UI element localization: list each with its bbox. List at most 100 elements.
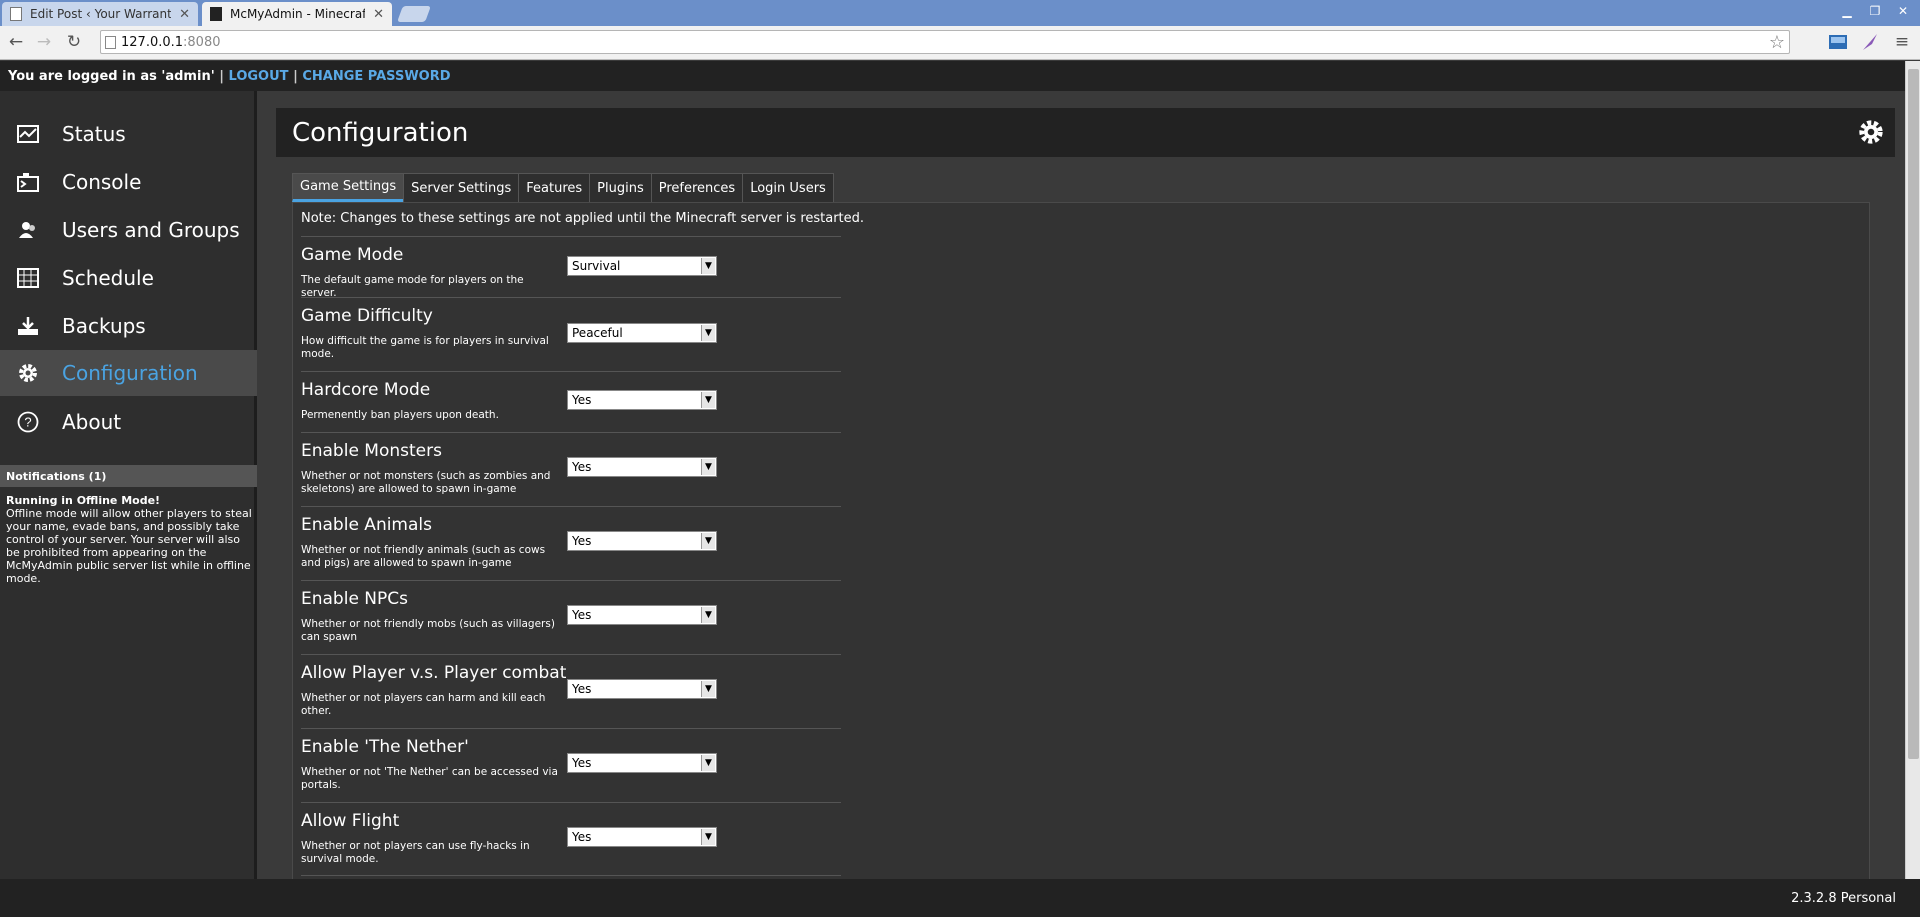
setting-game-mode: Game Mode The default game mode for play… <box>301 236 841 299</box>
chevron-down-icon: ▼ <box>701 607 715 623</box>
setting-description: Whether or not monsters (such as zombies… <box>301 470 551 495</box>
back-icon[interactable]: ← <box>6 32 26 52</box>
forward-icon[interactable]: → <box>34 32 54 52</box>
url-host: 127.0.0.1 <box>121 34 184 50</box>
game-mode-select[interactable]: Survival ▼ <box>567 256 717 276</box>
tab-preferences[interactable]: Preferences <box>650 173 744 202</box>
allow-flight-select[interactable]: Yes ▼ <box>567 827 717 847</box>
change-password-link[interactable]: CHANGE PASSWORD <box>302 69 450 84</box>
setting-description: Whether or not players can harm and kill… <box>301 692 546 717</box>
page-scrollbar[interactable] <box>1905 61 1920 879</box>
page-icon <box>10 7 22 21</box>
chevron-down-icon: ▼ <box>701 392 715 408</box>
menu-icon[interactable]: ≡ <box>1892 32 1912 52</box>
enable-animals-select[interactable]: Yes ▼ <box>567 531 717 551</box>
setting-label: Enable Animals <box>301 515 432 535</box>
setting-enable-npcs: Enable NPCs Whether or not friendly mobs… <box>301 580 841 654</box>
enable-nether-select[interactable]: Yes ▼ <box>567 753 717 773</box>
sidebar-item-label: Console <box>62 170 142 194</box>
extension-icon[interactable] <box>1828 32 1848 52</box>
logged-in-text: You are logged in as 'admin' <box>8 69 215 84</box>
enable-monsters-select[interactable]: Yes ▼ <box>567 457 717 477</box>
setting-label: Allow Flight <box>301 811 400 831</box>
sidebar-item-label: Schedule <box>62 266 154 290</box>
hardcore-mode-select[interactable]: Yes ▼ <box>567 390 717 410</box>
browser-toolbar: ← → ↻ 127.0.0.1:8080 ☆ ≡ <box>0 26 1920 60</box>
setting-label: Enable NPCs <box>301 589 409 609</box>
chevron-down-icon: ▼ <box>701 755 715 771</box>
page-title: Configuration <box>292 118 469 148</box>
browser-tab-strip: Edit Post ‹ Your Warranty Is ✕ McMyAdmin… <box>0 0 1920 26</box>
browser-tab-mcmyadmin[interactable]: McMyAdmin - Minecraft Serv ✕ <box>202 2 392 26</box>
restore-icon[interactable]: ❐ <box>1864 2 1886 20</box>
scrollbar-thumb[interactable] <box>1908 69 1919 759</box>
status-icon <box>14 122 42 146</box>
tab-plugins[interactable]: Plugins <box>589 173 652 202</box>
reload-icon[interactable]: ↻ <box>64 32 84 52</box>
sidebar-item-about[interactable]: ? About <box>0 399 257 445</box>
enable-npcs-select[interactable]: Yes ▼ <box>567 605 717 625</box>
select-value: Yes <box>572 682 592 696</box>
setting-description: Whether or not 'The Nether' can be acces… <box>301 766 558 791</box>
browser-tab-title: Edit Post ‹ Your Warranty Is <box>30 7 172 21</box>
console-icon <box>14 170 42 194</box>
sidebar-item-label: About <box>62 410 122 434</box>
allow-pvp-select[interactable]: Yes ▼ <box>567 679 717 699</box>
close-tab-icon[interactable]: ✕ <box>179 7 190 22</box>
browser-tab-edit-post[interactable]: Edit Post ‹ Your Warranty Is ✕ <box>2 2 198 26</box>
setting-enable-monsters: Enable Monsters Whether or not monsters … <box>301 432 841 506</box>
setting-description: Whether or not friendly mobs (such as vi… <box>301 618 555 643</box>
game-difficulty-select[interactable]: Peaceful ▼ <box>567 323 717 343</box>
setting-label: Hardcore Mode <box>301 380 431 400</box>
tab-game-settings[interactable]: Game Settings <box>292 173 405 202</box>
select-value: Peaceful <box>572 326 623 340</box>
select-value: Yes <box>572 460 592 474</box>
setting-label: Enable 'The Nether' <box>301 737 469 757</box>
sidebar-item-users-and-groups[interactable]: Users and Groups <box>0 207 257 253</box>
footer: 2.3.2.8 Personal <box>0 879 1920 917</box>
sidebar: Status Console Users and Groups Schedule… <box>0 91 257 879</box>
notification-text: Offline mode will allow other players to… <box>6 507 252 585</box>
sidebar-item-status[interactable]: Status <box>0 111 257 157</box>
minimize-icon[interactable]: ▁ <box>1836 2 1858 20</box>
schedule-icon <box>14 266 42 290</box>
backups-icon <box>14 314 42 338</box>
select-value: Yes <box>572 756 592 770</box>
gear-icon[interactable] <box>1857 118 1885 146</box>
select-value: Yes <box>572 830 592 844</box>
setting-label: Game Difficulty <box>301 306 433 326</box>
config-tabs: Game Settings Server Settings Features P… <box>292 173 834 202</box>
notifications-header[interactable]: Notifications (1) <box>0 465 257 487</box>
chevron-down-icon: ▼ <box>701 829 715 845</box>
chevron-down-icon: ▼ <box>701 681 715 697</box>
sidebar-item-schedule[interactable]: Schedule <box>0 255 257 301</box>
sidebar-item-backups[interactable]: Backups <box>0 303 257 349</box>
close-window-icon[interactable]: ✕ <box>1892 2 1914 20</box>
chevron-down-icon: ▼ <box>701 533 715 549</box>
feather-extension-icon[interactable] <box>1860 32 1880 52</box>
tab-features[interactable]: Features <box>518 173 591 202</box>
setting-label: Allow Player v.s. Player combat <box>301 663 567 683</box>
new-tab-button[interactable] <box>397 6 431 22</box>
logout-link[interactable]: LOGOUT <box>229 69 289 84</box>
chevron-down-icon: ▼ <box>701 258 715 274</box>
setting-label: Enable Monsters <box>301 441 442 461</box>
bookmark-star-icon[interactable]: ☆ <box>1769 32 1785 53</box>
tab-login-users[interactable]: Login Users <box>742 173 834 202</box>
sidebar-item-console[interactable]: Console <box>0 159 257 205</box>
sidebar-item-label: Status <box>62 122 126 146</box>
page-icon <box>210 7 222 21</box>
setting-description: Whether or not friendly animals (such as… <box>301 544 546 569</box>
panel-header: Configuration <box>276 108 1895 157</box>
address-bar[interactable]: 127.0.0.1:8080 ☆ <box>100 30 1790 54</box>
separator: | <box>219 69 224 84</box>
setting-description: How difficult the game is for players in… <box>301 335 549 360</box>
tab-server-settings[interactable]: Server Settings <box>403 173 520 202</box>
sidebar-item-configuration[interactable]: Configuration <box>0 350 257 396</box>
chevron-down-icon: ▼ <box>701 459 715 475</box>
sidebar-item-label: Backups <box>62 314 146 338</box>
select-value: Yes <box>572 608 592 622</box>
setting-game-difficulty: Game Difficulty How difficult the game i… <box>301 297 841 371</box>
close-tab-icon[interactable]: ✕ <box>373 7 384 22</box>
setting-description: Whether or not players can use fly-hacks… <box>301 840 530 865</box>
